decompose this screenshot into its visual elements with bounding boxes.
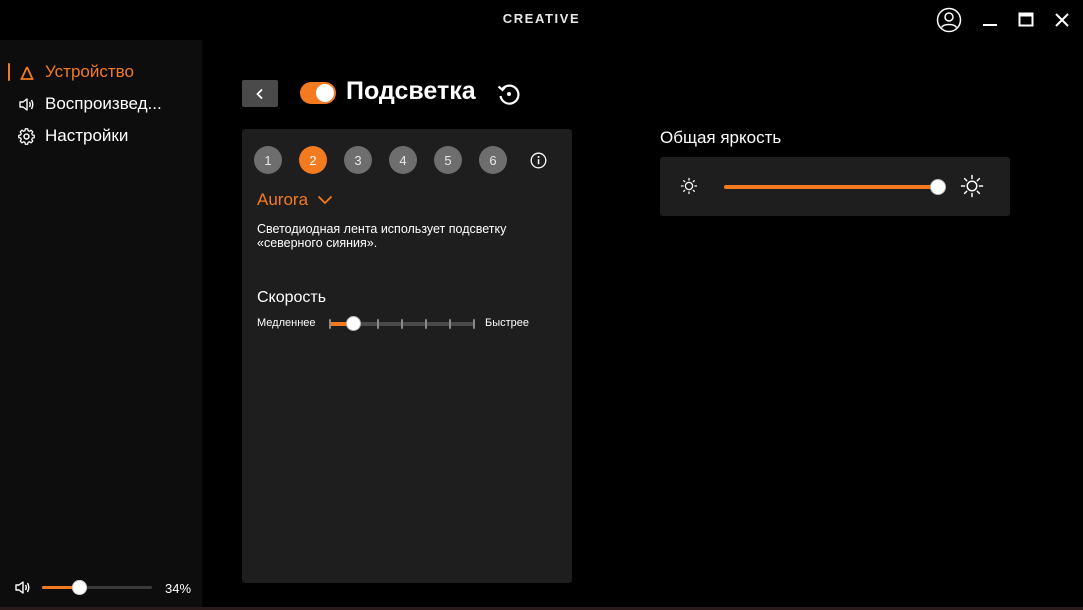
minimize-icon [983,24,997,26]
volume-percent: 34% [165,581,192,596]
sidebar-item-label: Воспроизвед... [45,94,162,113]
account-button[interactable] [935,6,963,34]
speaker-icon[interactable] [14,579,31,601]
sidebar-item-label: Устройство [45,62,134,81]
maximize-icon [1018,12,1034,27]
device-icon [18,64,35,81]
preset-button-1[interactable]: 1 [254,146,282,174]
info-icon [530,152,547,169]
volume-slider-thumb[interactable] [71,580,87,595]
speed-slider-tick [425,319,427,329]
minimize-button[interactable] [976,6,1004,34]
title-bar: CREATIVE [0,0,1083,40]
speed-slider-tick [401,319,403,329]
sidebar-item-label: Настройки [45,126,129,145]
close-icon [1055,13,1069,27]
preset-button-5[interactable]: 5 [434,146,462,174]
speed-slider-tick [449,319,451,329]
reset-button[interactable] [496,81,522,107]
brand-logo: CREATIVE [502,11,581,26]
brightness-high-icon [960,174,984,198]
preset-button-3[interactable]: 3 [344,146,372,174]
speed-min-label: Медленнее [257,317,316,329]
brightness-label: Общая яркость [660,128,782,147]
lighting-toggle[interactable] [300,82,336,104]
preset-button-4[interactable]: 4 [389,146,417,174]
preset-button-6[interactable]: 6 [479,146,507,174]
reset-icon [497,84,520,105]
toggle-knob [316,84,334,102]
close-button[interactable] [1048,6,1076,34]
speed-slider-tick [473,319,475,329]
effect-dropdown[interactable]: Aurora [257,190,333,210]
brightness-slider-thumb[interactable] [930,179,946,195]
brightness-panel [660,157,1010,216]
sidebar: Устройство Воспроизвед... Настройки 34% [0,40,202,607]
active-indicator [8,63,10,81]
speed-label: Скорость [257,289,327,306]
sidebar-item-device[interactable]: Устройство [0,58,202,86]
speed-slider-tick [329,319,331,329]
main-content: Подсветка 1 2 3 4 5 6 Aurora Светодиодна… [202,40,1083,607]
brightness-slider-track[interactable] [724,185,938,189]
speed-max-label: Быстрее [485,317,530,329]
maximize-button[interactable] [1012,6,1040,34]
lighting-panel: 1 2 3 4 5 6 Aurora Светодиодная лента ис… [242,129,572,583]
gear-icon [18,128,35,145]
app-window: CREATIVE Устройство Воспроизвед... Настр… [0,0,1083,607]
effect-selected: Aurora [257,190,309,209]
brightness-low-icon [680,177,698,195]
volume-control: 34% [0,575,202,599]
chevron-left-icon [256,88,263,99]
speed-slider-thumb[interactable] [346,316,361,331]
speaker-icon [18,96,35,113]
effect-description: Светодиодная лента использует подсветку … [257,222,507,250]
chevron-down-icon [317,195,333,205]
speed-slider-tick [377,319,379,329]
sidebar-item-settings[interactable]: Настройки [0,122,202,150]
sidebar-item-playback[interactable]: Воспроизвед... [0,90,202,118]
back-button[interactable] [242,80,278,107]
info-button[interactable] [530,152,547,169]
preset-button-2[interactable]: 2 [299,146,327,174]
account-icon [936,7,962,33]
page-title: Подсветка [346,77,476,105]
